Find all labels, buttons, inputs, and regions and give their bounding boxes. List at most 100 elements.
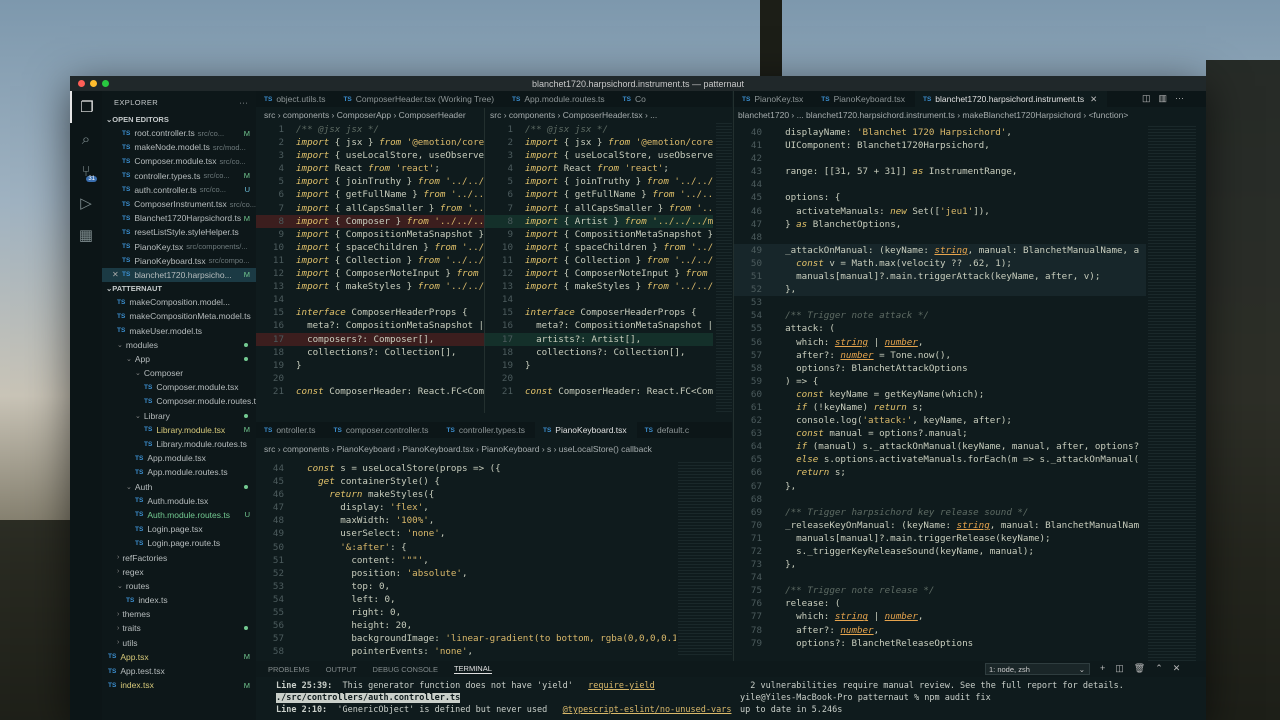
file-item[interactable]: TS App.module.routes.ts xyxy=(102,465,256,479)
main-minimap[interactable] xyxy=(1148,126,1196,661)
minimize-window-button[interactable] xyxy=(90,80,97,87)
search-icon[interactable]: ⌕ xyxy=(70,123,102,155)
main-breadcrumb[interactable]: blanchet1720 › ... blanchet1720.harpsich… xyxy=(738,108,1178,121)
maximize-panel-icon[interactable]: ⌃ xyxy=(1155,663,1163,674)
source-control-icon[interactable]: ⑂ 31 xyxy=(70,155,102,187)
folder-item[interactable]: ⌄ App xyxy=(102,352,256,366)
editor-tab[interactable]: TS Co xyxy=(615,91,656,107)
lint-rule[interactable]: require-yield xyxy=(588,681,655,691)
open-editor-item[interactable]: TS ComposerInstrument.tsx src/co... xyxy=(102,197,256,211)
trash-icon[interactable]: 🗑 xyxy=(1134,663,1145,674)
file-item[interactable]: TS index.tsx M xyxy=(102,678,256,692)
folder-item[interactable]: ⌄ Auth xyxy=(102,480,256,494)
panel-tab[interactable]: OUTPUT xyxy=(326,665,357,674)
editor-tab[interactable]: TS ComposerHeader.tsx (Working Tree) xyxy=(335,91,504,107)
editor-tab[interactable]: TS object.utils.ts xyxy=(256,91,335,107)
diff-modified-pane[interactable]: 1 /** @jsx jsx */ 2 import { jsx } from '@e… xyxy=(485,123,713,413)
project-section[interactable]: ⌄ PATTERNAUT xyxy=(102,282,256,295)
file-item[interactable]: TS makeCompositionMeta.model.ts xyxy=(102,309,256,323)
open-editor-item[interactable]: TS PianoKey.tsx src/components/... xyxy=(102,240,256,254)
piano-keyboard-editor[interactable]: 44 const s = useLocalStore(props => ({45… xyxy=(256,462,676,657)
file-item[interactable]: TS Auth.module.routes.ts U xyxy=(102,508,256,522)
open-editor-item[interactable]: TS auth.controller.ts src/co... U xyxy=(102,183,256,197)
file-item[interactable]: TS App.tsx M xyxy=(102,650,256,664)
editor-tab[interactable]: TS blanchet1720.harpsichord.instrument.ts… xyxy=(914,91,1108,107)
file-item[interactable]: TS App.test.tsx xyxy=(102,664,256,678)
folder-item[interactable]: ⌄ routes xyxy=(102,579,256,593)
piano-minimap[interactable] xyxy=(678,462,732,657)
extensions-icon[interactable]: ▦ xyxy=(70,219,102,251)
run-debug-icon[interactable]: ▷ xyxy=(70,187,102,219)
folder-item[interactable]: › utils xyxy=(102,636,256,650)
open-editor-item[interactable]: TS root.controller.ts src/co... M xyxy=(102,126,256,140)
close-panel-icon[interactable]: ✕ xyxy=(1173,663,1181,674)
file-item[interactable]: TS Auth.module.tsx xyxy=(102,494,256,508)
code-text: position: 'absolute', xyxy=(296,567,468,579)
panel-actions: + ◫ 🗑 ⌃ ✕ xyxy=(1100,663,1180,674)
terminal-select[interactable]: 1: node, zsh ⌄ xyxy=(985,663,1090,675)
editor-tab[interactable]: TS PianoKey.tsx xyxy=(734,91,813,107)
more-icon[interactable]: ··· xyxy=(1175,93,1184,104)
code-line: 11 import { Collection } from '../../.. xyxy=(256,254,484,267)
terminal-line: 2 vulnerabilities require manual review.… xyxy=(740,681,1124,691)
folder-item[interactable]: ⌄ Composer xyxy=(102,366,256,380)
close-editor-icon[interactable]: ✕ xyxy=(112,270,122,279)
close-window-button[interactable] xyxy=(78,80,85,87)
folder-item[interactable]: › refFactories xyxy=(102,550,256,564)
file-item[interactable]: TS App.module.tsx xyxy=(102,451,256,465)
split-terminal-icon[interactable]: ◫ xyxy=(1115,663,1124,674)
new-terminal-icon[interactable]: + xyxy=(1100,663,1105,674)
folder-item[interactable]: › regex xyxy=(102,565,256,579)
open-editor-item[interactable]: TS makeNode.model.ts src/mod... xyxy=(102,140,256,154)
more-actions-icon[interactable]: ··· xyxy=(239,98,248,107)
layout-icon[interactable]: ▥ xyxy=(1159,93,1168,104)
editor-tab[interactable]: TS PianoKeyboard.tsx xyxy=(813,91,915,107)
open-editors-section[interactable]: ⌄ OPEN EDITORS xyxy=(102,113,256,126)
file-item[interactable]: TS index.ts xyxy=(102,593,256,607)
file-item[interactable]: TS Login.page.tsx xyxy=(102,522,256,536)
line-number: 14 xyxy=(501,294,513,306)
open-editor-item[interactable]: TS resetListStyle.styleHelper.ts xyxy=(102,225,256,239)
open-editor-item[interactable]: TS PianoKeyboard.tsx src/compo... xyxy=(102,254,256,268)
open-editor-item[interactable]: ✕ TS blanchet1720.harpsicho... M xyxy=(102,267,256,283)
diff-breadcrumb-left[interactable]: src › components › ComposerApp › Compose… xyxy=(264,108,482,121)
folder-item[interactable]: ⌄ modules xyxy=(102,338,256,352)
terminal-output[interactable]: 2 vulnerabilities require manual review.… xyxy=(740,680,1200,720)
file-item[interactable]: TS Composer.module.routes.ts xyxy=(102,394,256,408)
panel-tab[interactable]: TERMINAL xyxy=(453,664,492,674)
editor-tab[interactable]: TS ontroller.ts xyxy=(256,422,326,438)
editor-tab[interactable]: TS controller.types.ts xyxy=(439,422,535,438)
editor-tab[interactable]: TS App.module.routes.ts xyxy=(504,91,615,107)
explorer-icon[interactable]: ❐ xyxy=(70,91,102,123)
file-item[interactable]: TS Library.module.routes.ts xyxy=(102,437,256,451)
panel-tab[interactable]: PROBLEMS xyxy=(268,665,310,674)
piano-breadcrumb[interactable]: src › components › PianoKeyboard › Piano… xyxy=(264,442,732,455)
open-editor-item[interactable]: TS Composer.module.tsx src/co... xyxy=(102,154,256,168)
diff-original-pane[interactable]: 1 /** @jsx jsx */ 2 import { jsx } from '@e… xyxy=(256,123,484,413)
code-text: top: 0, xyxy=(296,580,391,592)
diff-breadcrumb-right[interactable]: src › components › ComposerHeader.tsx › … xyxy=(490,108,730,121)
open-editor-item[interactable]: TS Blanchet1720Harpsichord.ts M xyxy=(102,211,256,225)
file-item[interactable]: TS Library.module.tsx M xyxy=(102,423,256,437)
file-item[interactable]: TS makeUser.model.ts xyxy=(102,323,256,337)
lint-rule[interactable]: @typescript-eslint/no-unused-vars xyxy=(563,705,732,715)
code-text: import { useLocalStore, useObserver xyxy=(296,150,484,162)
maximize-window-button[interactable] xyxy=(102,80,109,87)
code-line: 46 return makeStyles({ xyxy=(256,488,676,501)
panel-tab[interactable]: DEBUG CONSOLE xyxy=(373,665,438,674)
editor-tab[interactable]: TS PianoKeyboard.tsx xyxy=(534,422,637,438)
file-item[interactable]: TS Login.page.route.ts xyxy=(102,536,256,550)
harpsichord-editor[interactable]: 40 displayName: 'Blanchet 1720 Harpsicho… xyxy=(734,126,1146,661)
split-editor-icon[interactable]: ◫ xyxy=(1142,93,1151,104)
file-item[interactable]: TS Composer.module.tsx xyxy=(102,380,256,394)
diff-minimap[interactable] xyxy=(716,123,732,413)
close-tab-icon[interactable]: ✕ xyxy=(1090,94,1097,105)
open-editor-item[interactable]: TS controller.types.ts src/co... M xyxy=(102,169,256,183)
folder-item[interactable]: ⌄ Library xyxy=(102,409,256,423)
folder-item[interactable]: › themes xyxy=(102,607,256,621)
editor-tab[interactable]: TS default.c xyxy=(637,422,699,438)
file-name: regex xyxy=(122,566,144,577)
file-item[interactable]: TS makeComposition.model... xyxy=(102,295,256,309)
editor-tab[interactable]: TS composer.controller.ts xyxy=(326,422,439,438)
folder-item[interactable]: › traits xyxy=(102,621,256,635)
